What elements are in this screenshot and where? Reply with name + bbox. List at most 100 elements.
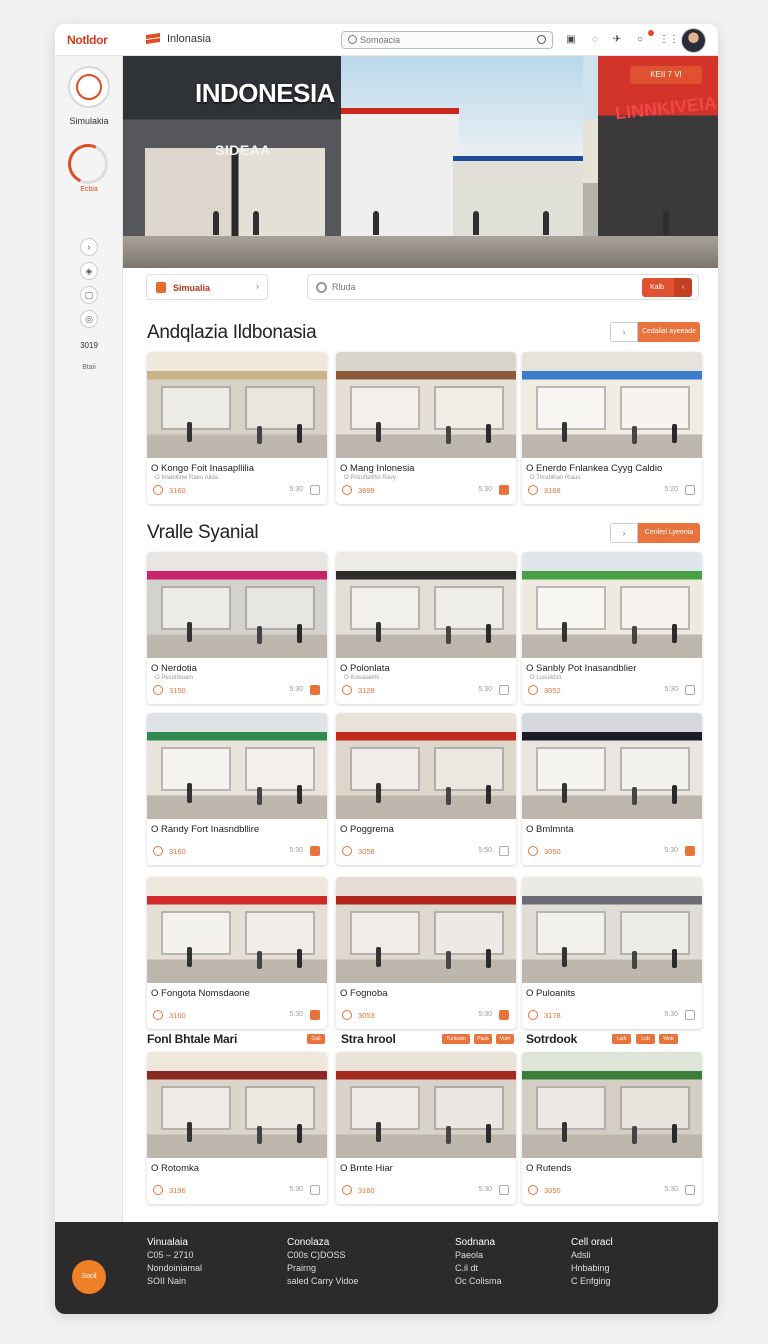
listing-card[interactable]: O Puloanits 3178 5:30 [522,877,702,1029]
listing-photo[interactable] [336,552,516,658]
listing-name[interactable]: O Rutends [526,1163,571,1174]
listing-name[interactable]: O Polonlata [340,663,390,674]
listing-card[interactable]: O Nerdotia O Pesuhbuain 3150 5:30 [147,552,327,704]
share-icon[interactable]: ✈ [611,34,623,46]
footer-link[interactable]: SOII Nain [147,1275,202,1288]
mini-tag[interactable]: Gall [307,1034,325,1044]
listing-photo[interactable] [147,877,327,983]
listing-card[interactable]: O Sanbly Pot Inasandblier O Lusuildsli 305… [522,552,702,704]
view-all-button[interactable]: Cenleri Lyeenia [638,523,700,543]
shield-icon[interactable]: ◈ [80,262,98,280]
hero-badge[interactable]: KEII 7 VI [630,66,702,84]
listing-photo[interactable] [147,1052,327,1158]
footer-link[interactable]: C05 – 2710 [147,1249,202,1262]
mini-tag[interactable]: Wob [659,1034,678,1044]
top-search-bar[interactable] [341,31,553,49]
search-submit-icon[interactable] [537,35,546,44]
footer-link[interactable]: Adsli [571,1249,613,1262]
bookmark-icon[interactable] [499,1010,509,1020]
mini-tag[interactable]: Tunbutio [442,1034,470,1044]
bookmark-icon[interactable] [685,1010,695,1020]
bookmark-icon[interactable] [685,485,695,495]
avatar[interactable] [681,28,706,53]
listing-name[interactable]: O Mang Inlonesia [340,463,414,474]
fingerprint-icon[interactable]: ◎ [80,310,98,328]
sidebar-more[interactable]: Btaii [55,364,123,371]
listing-photo[interactable] [522,877,702,983]
mini-tag[interactable]: Pasb [474,1034,492,1044]
listing-card[interactable]: O Randy Fort Inasndbllire 3160 5:30 [147,713,327,865]
listing-name[interactable]: O Rotomka [151,1163,199,1174]
bookmark-icon[interactable] [685,685,695,695]
top-search-input[interactable] [360,33,532,47]
listing-card[interactable]: O Poggrema 3058 5:50 [336,713,516,865]
footer-link[interactable]: saled Carry Vidoe [287,1275,358,1288]
footer-orb-button[interactable]: Socil [72,1260,106,1294]
listing-photo[interactable] [522,1052,702,1158]
bookmark-icon[interactable] [310,485,320,495]
listing-name[interactable]: O Fognoba [340,988,388,999]
listing-card[interactable]: O Rutends 3050 5:30 [522,1052,702,1204]
prev-arrow-icon[interactable]: › [610,523,638,543]
listing-card[interactable]: O Bmlmnta 3050 5:30 [522,713,702,865]
listing-photo[interactable] [147,552,327,658]
bookmark-icon[interactable] [310,1185,320,1195]
listing-photo[interactable] [336,877,516,983]
refresh-icon[interactable]: ◌ [589,34,601,46]
footer-link[interactable]: Prairng [287,1262,358,1275]
listing-name[interactable]: O Enerdo Fnlankea Cyyg Caldio [526,463,662,474]
mini-tag[interactable]: Lath [612,1034,631,1044]
bell-icon[interactable]: ○ [634,34,646,46]
footer-link[interactable]: C00s C)DOSS [287,1249,358,1262]
listing-card[interactable]: O Enerdo Fnlankea Cyyg Caldio O Thrabihan… [522,352,702,504]
listing-name[interactable]: O Poggrema [340,824,394,835]
listing-photo[interactable] [147,352,327,458]
footer-link[interactable]: Paeola [455,1249,502,1262]
listing-photo[interactable] [147,713,327,819]
footer-link[interactable]: Hnbabing [571,1262,613,1275]
app-logo[interactable]: Notldor [67,33,108,47]
listing-name[interactable]: O Randy Fort Inasndbllire [151,824,259,835]
listing-photo[interactable] [336,713,516,819]
bookmark-icon[interactable] [685,846,695,856]
prev-arrow-icon[interactable]: › [610,322,638,342]
listing-card[interactable]: O Polonlata O Koisalaikhi 3128 5:30 [336,552,516,704]
listing-card[interactable]: O Fongota Nomsdaone 3160 5:30 [147,877,327,1029]
listing-name[interactable]: O Bmlmnta [526,824,574,835]
bookmark-icon[interactable] [499,846,509,856]
footer-link[interactable]: Nondoiniamal [147,1262,202,1275]
listing-name[interactable]: O Fongota Nomsdaone [151,988,250,999]
sidebar-logo[interactable] [68,66,110,108]
bookmark-icon[interactable] [310,685,320,695]
tablet-icon[interactable]: ▢ [80,286,98,304]
mini-tag[interactable]: Vurh [496,1034,514,1044]
listing-photo[interactable] [522,352,702,458]
bookmark-icon[interactable] [685,1185,695,1195]
listing-name[interactable]: O Nerdotia [151,663,197,674]
listing-card[interactable]: O Mang Inlonesia O Pricuflallifoi Ravy 369… [336,352,516,504]
listing-photo[interactable] [522,552,702,658]
footer-link[interactable]: Oc Colisma [455,1275,502,1288]
listing-photo[interactable] [336,1052,516,1158]
listing-card[interactable]: O Kongo Foit Inasapllilia O Inlabiliinw R… [147,352,327,504]
listing-name[interactable]: O Sanbly Pot Inasandblier [526,663,636,674]
bookmark-icon[interactable] [499,485,509,495]
listing-name[interactable]: O Brnte Hiar [340,1163,393,1174]
chevron-icon[interactable]: › [80,238,98,256]
bookmark-icon[interactable] [499,1185,509,1195]
listing-name[interactable]: O Kongo Foit Inasapllilia [151,463,254,474]
search-go-button[interactable]: Kalb ‹ [642,278,692,297]
filter-chip[interactable]: Simualia › [146,274,268,300]
bookmark-icon[interactable] [310,846,320,856]
listing-card[interactable]: O Fognoba 3053 5:30 [336,877,516,1029]
listing-photo[interactable] [336,352,516,458]
bookmark-icon[interactable] [499,685,509,695]
listing-photo[interactable] [522,713,702,819]
bookmark-icon[interactable] [310,1010,320,1020]
footer-link[interactable]: C Enfging [571,1275,613,1288]
mini-tag[interactable]: Lob [636,1034,655,1044]
footer-link[interactable]: C.il dt [455,1262,502,1275]
listing-card[interactable]: O Brnte Hiar 3160 5:30 [336,1052,516,1204]
listing-name[interactable]: O Puloanits [526,988,575,999]
grid-icon[interactable]: ⋮⋮ [659,34,679,46]
